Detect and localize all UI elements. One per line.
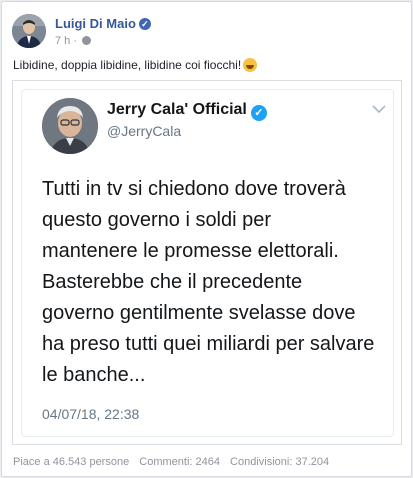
verified-badge-icon: ✓ <box>138 18 151 30</box>
tweet-date: 04/07/18, 22:38 <box>42 406 140 422</box>
tweet-author-handle: @JerryCala <box>107 123 182 139</box>
author-avatar[interactable] <box>12 14 46 48</box>
embedded-tweet-screenshot[interactable]: Jerry Cala' Official ✓ @JerryCala Tutti i… <box>12 80 402 445</box>
globe-icon[interactable] <box>82 36 92 45</box>
facebook-post-card: Luigi Di Maio ✓ 7 h · Libidine, doppia li… <box>1 1 412 477</box>
tweet-avatar-image <box>42 98 98 154</box>
author-name-text[interactable]: Luigi Di Maio <box>55 16 136 31</box>
verified-badge-icon: ✓ <box>250 105 267 121</box>
comments-count[interactable]: Commenti: 2464 <box>139 456 220 468</box>
tweet-body-line: Tutti in tv si chiedono dove troverà <box>42 178 346 200</box>
tweet-body-line: governo gentilmente svelasse dove <box>42 302 356 324</box>
author-name[interactable]: Luigi Di Maio ✓ <box>55 16 151 31</box>
tweet-body-line: le banche... <box>42 364 146 386</box>
tweet-author-avatar <box>42 98 98 154</box>
post-stats: Piace a 46.543 persone Commenti: 2464 Co… <box>13 456 336 468</box>
tweet-body-line: ha preso tutti quei miliardi per salvare <box>42 333 375 355</box>
tweet-author-name-text: Jerry Cala' Official <box>107 101 247 118</box>
meta-separator: · <box>73 35 78 47</box>
post-time[interactable]: 7 h <box>55 35 70 47</box>
grinning-face-emoji-icon <box>243 58 258 72</box>
tweet-body: Tutti in tv si chiedono dove troverà que… <box>42 174 387 391</box>
chevron-down-icon <box>372 105 386 114</box>
shares-count[interactable]: Condivisioni: 37.204 <box>230 456 329 468</box>
tweet-card: Jerry Cala' Official ✓ @JerryCala Tutti i… <box>21 89 394 437</box>
tweet-body-line: Basterebbe che il precedente <box>42 271 303 293</box>
author-avatar-image <box>12 14 46 48</box>
likes-count[interactable]: Piace a 46.543 persone <box>13 456 129 468</box>
post-meta: 7 h · <box>55 35 92 47</box>
post-text: Libidine, doppia libidine, libidine coi … <box>13 58 258 72</box>
tweet-body-line: mantenere le promesse elettorali. <box>42 240 339 262</box>
tweet-body-line: questo governo i soldi per <box>42 209 272 231</box>
post-text-content: Libidine, doppia libidine, libidine coi … <box>13 58 242 72</box>
tweet-author-name: Jerry Cala' Official ✓ <box>107 101 267 121</box>
